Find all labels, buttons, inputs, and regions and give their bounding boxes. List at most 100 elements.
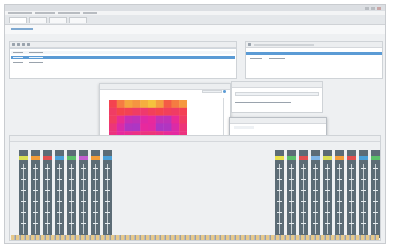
fader-tick <box>21 223 26 224</box>
fader-tick <box>337 212 342 213</box>
heatmap-cell <box>171 123 180 132</box>
edit-icon[interactable] <box>17 43 20 46</box>
fader-tick <box>57 223 62 224</box>
delete-icon[interactable] <box>22 43 25 46</box>
fader-tick <box>289 223 294 224</box>
fader-tick <box>313 179 318 180</box>
channel-color-band <box>43 156 52 160</box>
fader-tick <box>93 190 98 191</box>
keyboard-bar[interactable] <box>11 235 379 240</box>
minimize-button[interactable] <box>365 6 369 10</box>
table-row[interactable] <box>11 51 235 54</box>
fader-tick <box>33 212 38 213</box>
channel-strip[interactable] <box>91 150 100 238</box>
fader-tick <box>301 201 306 202</box>
menu-item-3[interactable] <box>58 12 80 14</box>
heatmap-cell <box>124 123 133 132</box>
fader-tick <box>313 168 318 169</box>
fader-tick <box>69 212 74 213</box>
fader-tick <box>289 212 294 213</box>
fader-tick <box>313 223 318 224</box>
channel-strip[interactable] <box>275 150 284 238</box>
fader-tick <box>45 179 50 180</box>
channel-color-band <box>19 156 28 160</box>
heatmap-cell <box>171 115 180 124</box>
fader-tick <box>105 212 110 213</box>
channel-strip[interactable] <box>67 150 76 238</box>
tab-4[interactable] <box>69 17 87 23</box>
fader-tick <box>301 179 306 180</box>
menu-item-1[interactable] <box>8 12 32 14</box>
fader-tick <box>69 179 74 180</box>
channel-strip[interactable] <box>287 150 296 238</box>
channel-strip[interactable] <box>31 150 40 238</box>
mixer-header <box>10 136 380 142</box>
fader-tick <box>21 179 26 180</box>
layer-controls[interactable] <box>235 102 291 103</box>
breadcrumb[interactable] <box>11 28 33 30</box>
fader-tick <box>93 201 98 202</box>
left-table-panel <box>9 41 237 79</box>
heatmap-cell <box>116 107 125 116</box>
channel-strip[interactable] <box>19 150 28 238</box>
fader-tick <box>301 223 306 224</box>
heatmap-cell <box>140 123 149 132</box>
fader-tick <box>105 201 110 202</box>
heatmap-cell <box>109 107 117 116</box>
selected-row[interactable] <box>246 52 382 55</box>
table-row[interactable] <box>11 61 235 64</box>
tab-2[interactable] <box>29 17 47 23</box>
heatmap-cell <box>179 115 187 124</box>
maximize-button[interactable] <box>371 6 375 10</box>
fader-tick <box>349 201 354 202</box>
channel-color-band <box>323 156 332 160</box>
channel-strip[interactable] <box>323 150 332 238</box>
layer-field[interactable] <box>235 92 319 96</box>
channel-strip[interactable] <box>335 150 344 238</box>
fader-tick <box>277 190 282 191</box>
channel-color-band <box>311 156 320 160</box>
menu-item-2[interactable] <box>35 12 55 14</box>
zoom-field[interactable] <box>202 90 222 93</box>
selected-table-row[interactable] <box>11 56 235 59</box>
channel-strip[interactable] <box>371 150 380 238</box>
tab-1[interactable] <box>9 17 27 23</box>
heatmap-cell <box>109 115 117 124</box>
channel-strip[interactable] <box>359 150 368 238</box>
channel-strip[interactable] <box>299 150 308 238</box>
table-row[interactable] <box>247 57 381 60</box>
menu-item-4[interactable] <box>83 12 97 14</box>
add-icon[interactable] <box>12 43 15 46</box>
fader-tick <box>45 212 50 213</box>
channel-color-band <box>359 156 368 160</box>
channel-color-band <box>67 156 76 160</box>
search-icon[interactable] <box>248 43 251 46</box>
refresh-icon[interactable] <box>27 43 30 46</box>
fader-tick <box>69 201 74 202</box>
tab-3[interactable] <box>49 17 67 23</box>
dialog-header <box>230 118 326 124</box>
heatmap-cell <box>148 100 156 108</box>
channel-strip[interactable] <box>55 150 64 238</box>
close-button[interactable] <box>377 6 381 10</box>
heatmap-cell <box>148 107 156 116</box>
fader-tick <box>69 223 74 224</box>
filter-input[interactable] <box>254 43 314 46</box>
channel-strip[interactable] <box>79 150 88 238</box>
heatmap-cell <box>148 123 156 132</box>
heatmap-cell <box>171 107 180 116</box>
channel-strip[interactable] <box>103 150 112 238</box>
monitor-frame <box>0 0 394 249</box>
heatmap-cell <box>155 123 164 132</box>
heatmap-cell <box>109 123 117 132</box>
channel-strip[interactable] <box>347 150 356 238</box>
channel-strip[interactable] <box>311 150 320 238</box>
channel-strip[interactable] <box>43 150 52 238</box>
zoom-icon[interactable] <box>223 90 226 93</box>
channel-color-band <box>91 156 100 160</box>
dialog-tab[interactable] <box>234 126 254 129</box>
fader-tick <box>81 179 86 180</box>
fader-tick <box>105 223 110 224</box>
fader-tick <box>93 168 98 169</box>
heatmap-cell <box>124 115 133 124</box>
